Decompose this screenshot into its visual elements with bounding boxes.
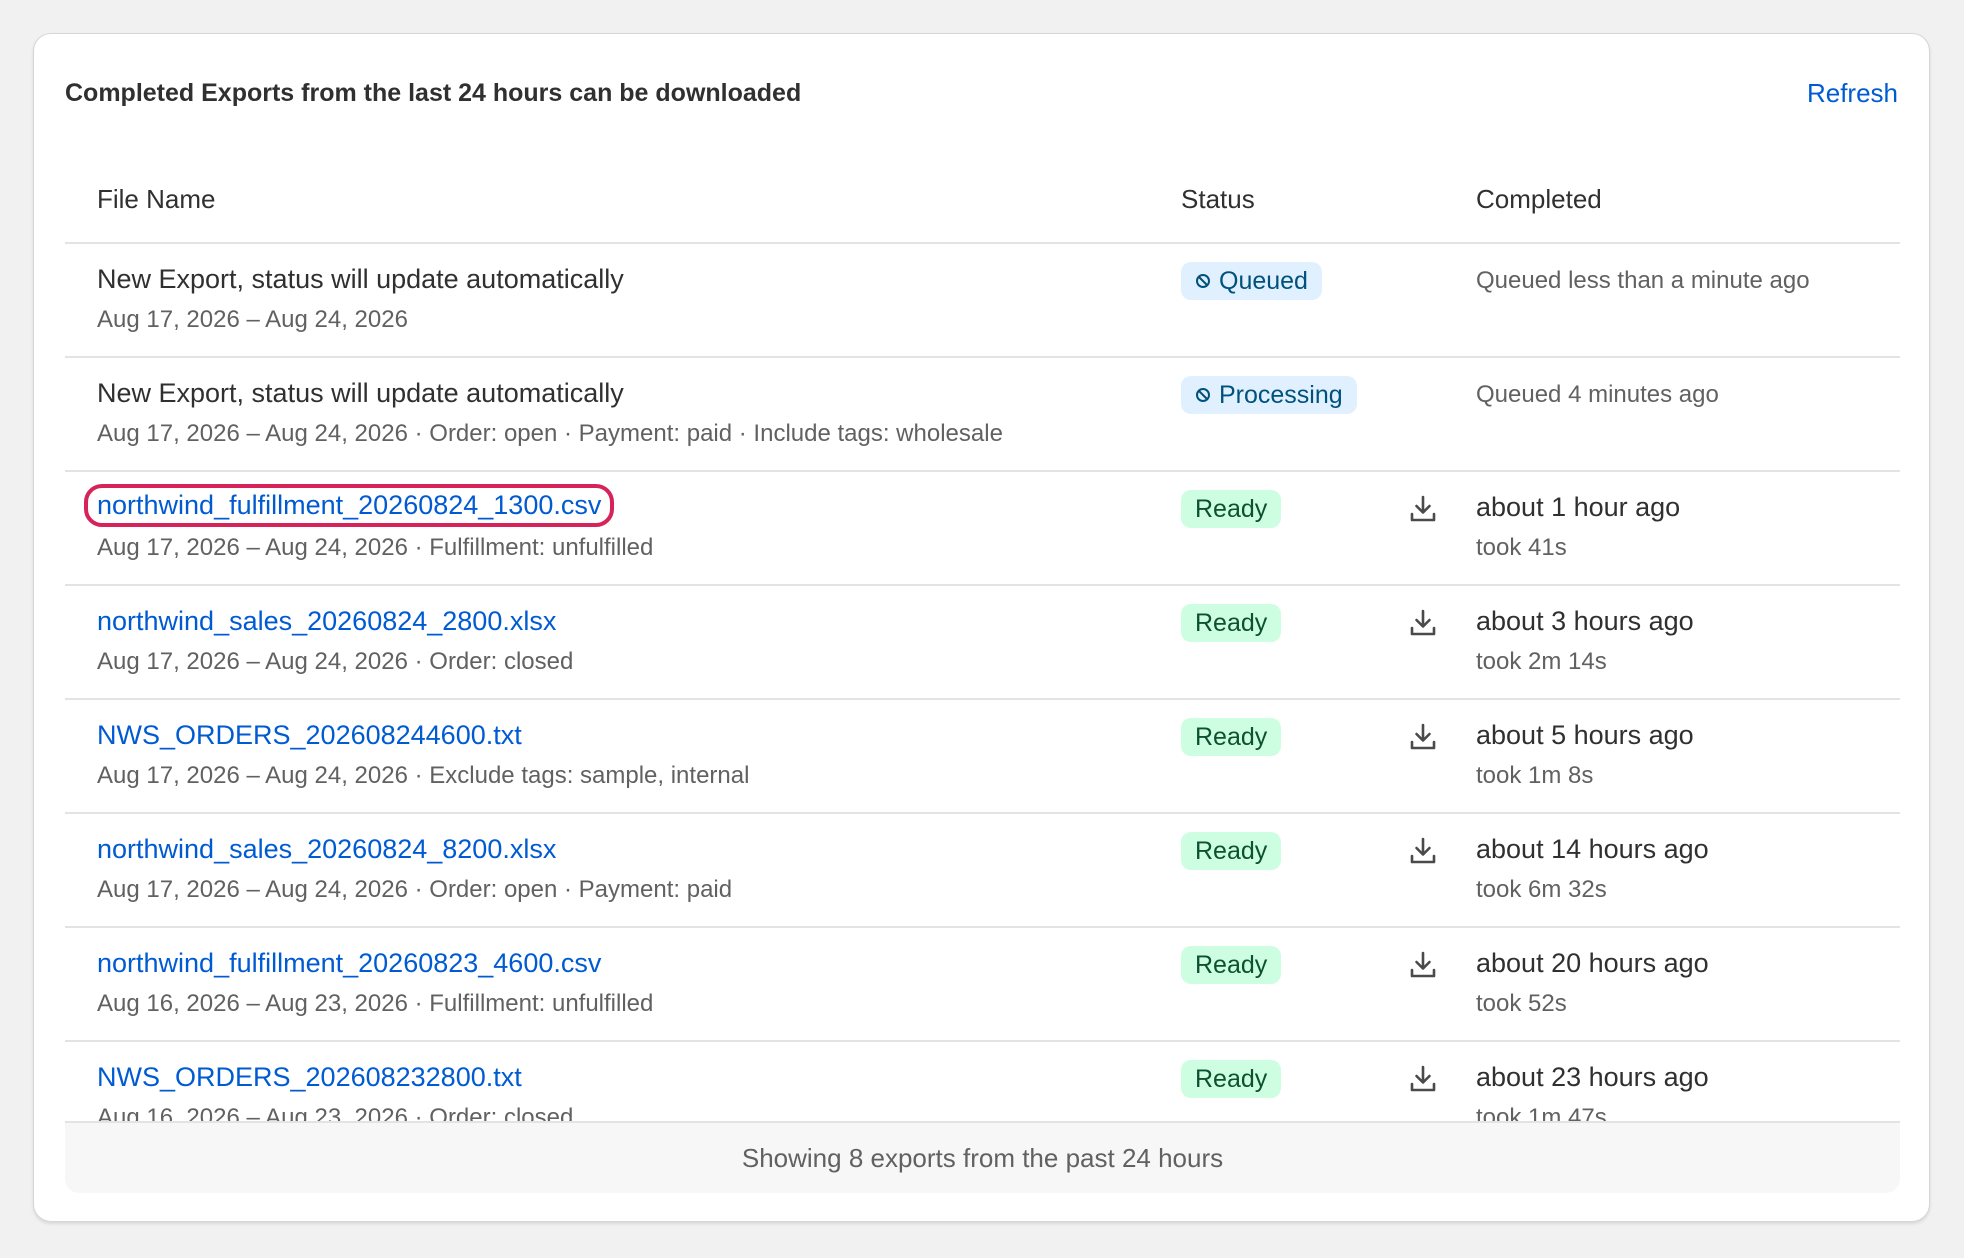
table-row: northwind_sales_20260824_2800.xlsx Aug 1…	[65, 586, 1900, 700]
column-header-status: Status	[1181, 184, 1255, 214]
table-header: File Name Status Completed	[65, 162, 1900, 244]
download-icon[interactable]	[1408, 608, 1438, 638]
status-badge: Ready	[1181, 832, 1282, 870]
file-meta: Aug 17, 2026 – Aug 24, 2026 · Order: ope…	[97, 876, 733, 903]
status-badge: Queued	[1181, 262, 1322, 300]
download-icon[interactable]	[1408, 494, 1438, 524]
status-badge: Processing	[1181, 376, 1357, 414]
table-row: northwind_sales_20260824_8200.xlsx Aug 1…	[65, 814, 1900, 928]
completed-time: about 23 hours ago	[1476, 1062, 1709, 1092]
status-label: Ready	[1195, 494, 1268, 523]
queued-icon	[1196, 274, 1210, 288]
status-label: Queued	[1219, 266, 1308, 295]
file-name-link[interactable]: northwind_fulfillment_20260824_1300.csv	[83, 484, 615, 527]
status-badge: Ready	[1181, 946, 1282, 984]
column-header-completed: Completed	[1476, 184, 1602, 214]
completed-time: about 20 hours ago	[1476, 948, 1709, 978]
file-name-link[interactable]: NWS_ORDERS_202608232800.txt	[97, 1062, 522, 1093]
completed-time: Queued less than a minute ago	[1476, 267, 1810, 294]
table-row: New Export, status will update automatic…	[65, 244, 1900, 358]
table-row: northwind_fulfillment_20260824_1300.csv …	[65, 472, 1900, 586]
file-meta: Aug 16, 2026 – Aug 23, 2026 · Fulfillmen…	[97, 990, 654, 1017]
exports-table: File Name Status Completed New Export, s…	[65, 162, 1900, 1154]
file-meta: Aug 17, 2026 – Aug 24, 2026 · Exclude ta…	[97, 762, 750, 789]
file-name-link[interactable]: northwind_sales_20260824_8200.xlsx	[97, 834, 556, 865]
table-row: northwind_fulfillment_20260823_4600.csv …	[65, 928, 1900, 1042]
completed-duration: took 1m 8s	[1476, 762, 1594, 789]
file-meta: Aug 17, 2026 – Aug 24, 2026 · Order: clo…	[97, 648, 574, 675]
file-name-link[interactable]: northwind_sales_20260824_2800.xlsx	[97, 606, 556, 637]
status-label: Ready	[1195, 722, 1268, 751]
completed-duration: took 6m 32s	[1476, 876, 1607, 903]
completed-time: about 3 hours ago	[1476, 606, 1694, 636]
table-row: New Export, status will update automatic…	[65, 358, 1900, 472]
file-meta: Aug 17, 2026 – Aug 24, 2026 · Order: ope…	[97, 420, 1003, 447]
completed-time: about 14 hours ago	[1476, 834, 1709, 864]
column-header-file-name: File Name	[97, 184, 216, 214]
completed-duration: took 41s	[1476, 534, 1567, 561]
status-label: Ready	[1195, 608, 1268, 637]
footer-summary: Showing 8 exports from the past 24 hours	[741, 1142, 1224, 1173]
status-badge: Ready	[1181, 490, 1282, 528]
status-label: Ready	[1195, 836, 1268, 865]
queued-icon	[1196, 388, 1210, 402]
status-badge: Ready	[1181, 1060, 1282, 1098]
file-name-link[interactable]: NWS_ORDERS_202608244600.txt	[97, 720, 522, 751]
completed-duration: took 52s	[1476, 990, 1567, 1017]
status-label: Ready	[1195, 950, 1268, 979]
card-title: Completed Exports from the last 24 hours…	[65, 78, 802, 107]
status-label: Processing	[1219, 380, 1343, 409]
download-icon[interactable]	[1408, 950, 1438, 980]
card-header: Completed Exports from the last 24 hours…	[65, 68, 1898, 118]
status-badge: Ready	[1181, 718, 1282, 756]
completed-time: Queued 4 minutes ago	[1476, 381, 1719, 408]
file-name: New Export, status will update automatic…	[97, 378, 624, 408]
file-name-link[interactable]: northwind_fulfillment_20260823_4600.csv	[97, 948, 601, 979]
refresh-button[interactable]: Refresh	[1807, 78, 1898, 109]
status-badge: Ready	[1181, 604, 1282, 642]
exports-card: Completed Exports from the last 24 hours…	[33, 33, 1930, 1222]
table-row: NWS_ORDERS_202608244600.txt Aug 17, 2026…	[65, 700, 1900, 814]
status-label: Ready	[1195, 1064, 1268, 1093]
file-meta: Aug 17, 2026 – Aug 24, 2026	[97, 306, 408, 333]
completed-duration: took 2m 14s	[1476, 648, 1607, 675]
table-body: New Export, status will update automatic…	[65, 244, 1900, 1154]
completed-time: about 5 hours ago	[1476, 720, 1694, 750]
download-icon[interactable]	[1408, 1064, 1438, 1094]
completed-time: about 1 hour ago	[1476, 492, 1681, 522]
table-footer: Showing 8 exports from the past 24 hours	[65, 1121, 1900, 1193]
download-icon[interactable]	[1408, 836, 1438, 866]
file-meta: Aug 17, 2026 – Aug 24, 2026 · Fulfillmen…	[97, 534, 654, 561]
file-name: New Export, status will update automatic…	[97, 264, 624, 294]
download-icon[interactable]	[1408, 722, 1438, 752]
